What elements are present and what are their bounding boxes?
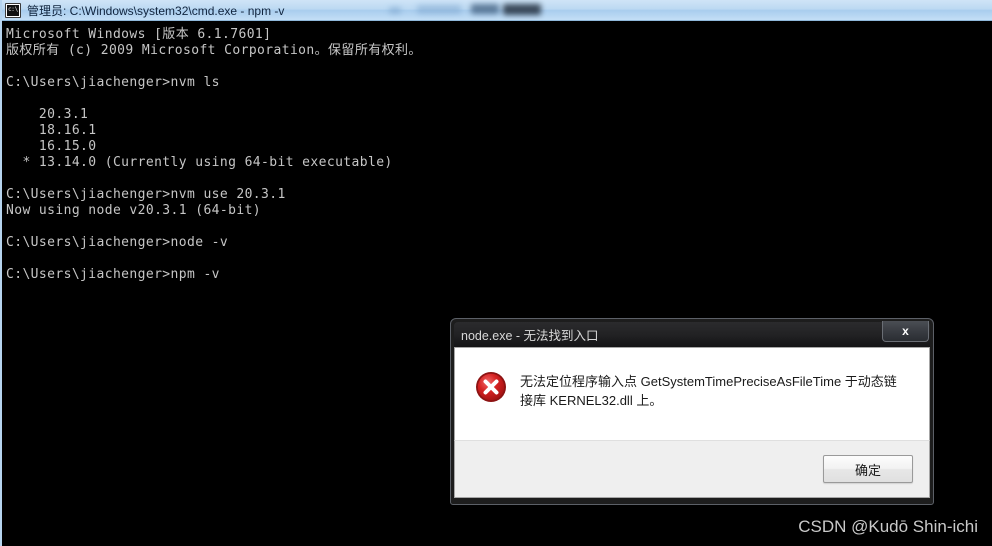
terminal-line: 16.15.0: [6, 139, 97, 154]
dialog-footer: 确定: [454, 440, 930, 498]
terminal-line: 18.16.1: [6, 123, 97, 138]
dialog-titlebar[interactable]: node.exe - 无法找到入口 x: [454, 321, 930, 347]
ok-button[interactable]: 确定: [823, 455, 913, 483]
screen-root: 管理员: C:\Windows\system32\cmd.exe - npm -…: [0, 0, 992, 546]
redacted-titlebar-region: [387, 0, 992, 20]
cmd-console-icon: [5, 2, 21, 18]
dialog-body: 无法定位程序输入点 GetSystemTimePreciseAsFileTime…: [454, 347, 930, 440]
console-title-text: 管理员: C:\Windows\system32\cmd.exe - npm -…: [27, 3, 285, 18]
close-icon[interactable]: x: [882, 321, 929, 342]
dialog-title-text: node.exe - 无法找到入口: [461, 329, 599, 343]
terminal-line: C:\Users\jiachenger>node -v: [6, 235, 229, 250]
dialog-message: 无法定位程序输入点 GetSystemTimePreciseAsFileTime…: [520, 374, 897, 408]
terminal-line: C:\Users\jiachenger>npm -v: [6, 267, 220, 282]
error-x-icon: [476, 372, 506, 402]
terminal-line: 版权所有 (c) 2009 Microsoft Corporation。保留所有…: [6, 43, 422, 58]
terminal-line: Microsoft Windows [版本 6.1.7601]: [6, 27, 272, 42]
watermark: CSDN @Kudō Shin-ichi: [798, 517, 978, 536]
terminal-line: C:\Users\jiachenger>nvm use 20.3.1: [6, 187, 286, 202]
terminal-line: * 13.14.0 (Currently using 64-bit execut…: [6, 155, 393, 170]
console-titlebar[interactable]: 管理员: C:\Windows\system32\cmd.exe - npm -…: [2, 0, 992, 21]
terminal-line: Now using node v20.3.1 (64-bit): [6, 203, 262, 218]
error-dialog: node.exe - 无法找到入口 x 无法定位程序输入点 GetSystemT…: [450, 318, 934, 505]
terminal-line: C:\Users\jiachenger>nvm ls: [6, 75, 220, 90]
terminal-line: 20.3.1: [6, 107, 89, 122]
